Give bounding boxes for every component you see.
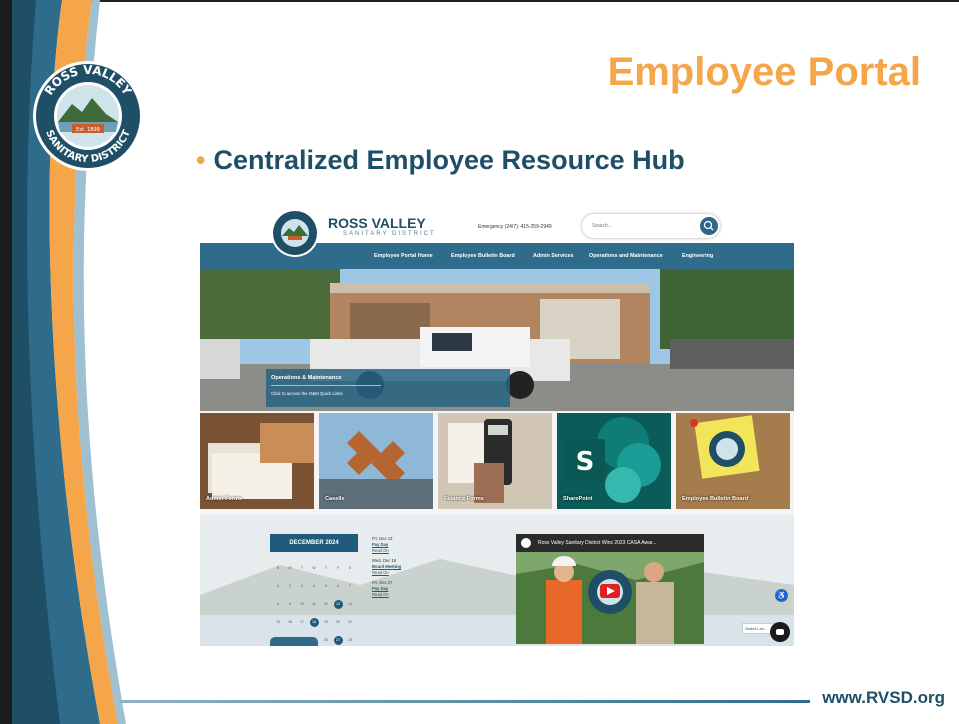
search-button[interactable] [700, 217, 718, 235]
tile-label: Finance Forms [444, 496, 484, 502]
chat-button[interactable] [770, 622, 790, 642]
bullet-text: Centralized Employee Resource Hub [213, 145, 685, 175]
hero-title: Operations & Maintenance [271, 375, 342, 381]
video-title: Ross Valley Sanitary District Wins 2023 … [538, 540, 657, 546]
tile-label: SharePoint [563, 496, 593, 502]
search-icon [703, 220, 714, 231]
hero-divider [271, 385, 381, 386]
calendar-day[interactable]: 15 [272, 617, 284, 628]
calendar-day[interactable]: 2 [284, 581, 296, 592]
calculator-icon [438, 413, 552, 509]
site-brand: ROSS VALLEY [328, 215, 426, 231]
footer-rule [120, 700, 810, 703]
event-read-on-link[interactable]: Read On [372, 592, 432, 598]
calendar-day[interactable]: 3 [296, 581, 308, 592]
svg-text:Est. 1899: Est. 1899 [76, 127, 100, 133]
bulletin-note-icon [676, 413, 790, 509]
calendar-day[interactable]: 5 [320, 581, 332, 592]
calendar-view-button[interactable] [270, 637, 318, 646]
nav-employee-bulletin-board[interactable]: Employee Bulletin Board [451, 253, 515, 259]
hero-caption[interactable]: Operations & Maintenance Click to access… [266, 369, 510, 407]
calendar-day[interactable]: 9 [284, 599, 296, 610]
sharepoint-icon: S [557, 413, 671, 509]
calendar-day[interactable]: 20 [332, 617, 344, 628]
nav-admin-services[interactable]: Admin Services [533, 253, 573, 259]
video-thumbnail [516, 534, 704, 644]
caselle-logo-icon [319, 413, 433, 509]
calendar-day[interactable]: 16 [284, 617, 296, 628]
slide-bullet: • Centralized Employee Resource Hub [196, 145, 685, 176]
paper-stack-icon [200, 413, 314, 509]
calendar-day[interactable]: 27 [333, 636, 343, 645]
calendar-day[interactable]: 13 [333, 600, 343, 609]
calendar-weekday: F [336, 566, 340, 570]
emergency-phone: Emergency (24/7): 415-259-2949 [478, 224, 552, 230]
calendar-day[interactable]: 6 [332, 581, 344, 592]
calendar-day[interactable]: 28 [344, 635, 356, 646]
portal-screenshot: ROSS VALLEY SANITARY DISTRICT Emergency … [200, 205, 794, 646]
calendar-weekday: T [300, 566, 304, 570]
calendar-day[interactable]: 7 [344, 581, 356, 592]
calendar-day[interactable]: 26 [320, 635, 332, 646]
calendar-weekday: S [276, 566, 280, 570]
accessibility-icon[interactable]: ♿ [775, 589, 788, 602]
footer-url[interactable]: www.RVSD.org [822, 688, 945, 708]
slide-title: Employee Portal [607, 50, 921, 94]
tile-finance-forms[interactable]: Finance Forms [438, 413, 552, 509]
calendar-day[interactable]: 14 [344, 599, 356, 610]
tile-caselle[interactable]: Caselle [319, 413, 433, 509]
calendar-weekday: M [288, 566, 292, 570]
search-placeholder: Search... [592, 223, 613, 229]
nav-engineering[interactable]: Engineering [682, 253, 713, 259]
calendar-day[interactable]: 19 [320, 617, 332, 628]
calendar-day[interactable]: 11 [308, 599, 320, 610]
nav-operations-maintenance[interactable]: Operations and Maintenance [589, 253, 663, 259]
calendar-weekday: S [348, 566, 352, 570]
tile-employee-bulletin-board[interactable]: Employee Bulletin Board [676, 413, 790, 509]
calendar-day[interactable]: 1 [272, 581, 284, 592]
calendar-weekday: T [324, 566, 328, 570]
calendar-day[interactable]: 21 [344, 617, 356, 628]
event-calendar: DECEMBER 2024 S M T W T F S1 2 3 4 5 6 78 9 10 11 12 13 14… [270, 534, 358, 645]
site-logo[interactable] [270, 208, 320, 258]
video-embed[interactable]: Ross Valley Sanitary District Wins 2023 … [516, 534, 704, 644]
tile-label: Caselle [325, 496, 345, 502]
tile-label: Employee Bulletin Board [682, 496, 749, 502]
tile-admin-forms[interactable]: Admin Forms [200, 413, 314, 509]
calendar-day[interactable]: 4 [308, 581, 320, 592]
calendar-grid: S M T W T F S1 2 3 4 5 6 78 9 10 11 12 13 1415 16 17 18 19 20 21… [272, 556, 358, 646]
calendar-day[interactable]: 12 [320, 599, 332, 610]
calendar-day[interactable]: 17 [296, 617, 308, 628]
slide: ROSS VALLEY SANITARY DISTRICT Est. 1899 … [0, 0, 959, 724]
calendar-day[interactable]: 8 [272, 599, 284, 610]
nav-employee-portal-home[interactable]: Employee Portal Home [374, 253, 433, 259]
calendar-month: DECEMBER 2024 [270, 534, 358, 552]
svg-text:S: S [576, 447, 595, 477]
chat-icon [776, 629, 784, 635]
hero-subtitle: Click to access the O&M Quick Links [271, 391, 343, 396]
calendar-day[interactable]: 10 [296, 599, 308, 610]
site-brand-sub: SANITARY DISTRICT [343, 231, 436, 237]
district-logo: ROSS VALLEY SANITARY DISTRICT Est. 1899 [33, 61, 143, 171]
calendar-day[interactable]: 18 [309, 618, 319, 627]
calendar-weekday: W [312, 566, 316, 570]
event-list: Fri, Dec 13 Pay Day Read On Wed, Dec 18 … [372, 536, 432, 598]
tile-sharepoint[interactable]: S SharePoint [557, 413, 671, 509]
top-rule [0, 0, 959, 2]
tile-label: Admin Forms [206, 496, 243, 502]
bullet-dot-icon: • [196, 145, 206, 175]
